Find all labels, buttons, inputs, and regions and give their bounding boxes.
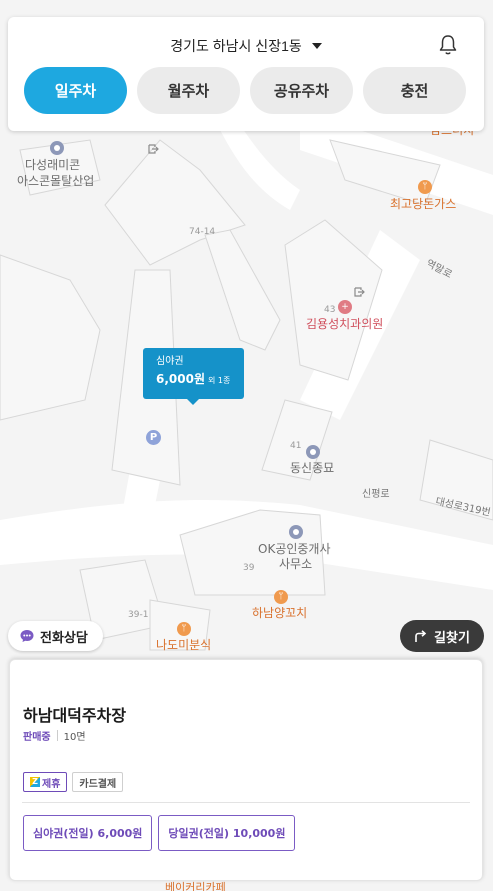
directions-button[interactable]: 길찾기	[400, 620, 484, 652]
map-label-lot: 43	[324, 305, 336, 315]
restaurant-icon: ᛘ	[274, 590, 288, 604]
bell-icon[interactable]	[438, 34, 458, 56]
entrance-icon	[354, 287, 365, 297]
price-options: 심야권(전일) 6,000원 당일권(전일) 10,000원	[23, 815, 296, 851]
tab-charging[interactable]: 충전	[363, 67, 466, 114]
tab-shared[interactable]: 공유주차	[250, 67, 353, 114]
restaurant-icon: ᛘ	[177, 622, 191, 636]
map-label-poi: 베이커리카페	[165, 881, 226, 891]
shop-icon	[306, 445, 320, 459]
map-label-lot: 39-1	[128, 610, 149, 620]
header-card: 경기도 하남시 신장1동 일주차 월주차 공유주차 충전	[8, 17, 484, 131]
price-marker-extra: 외 1종	[208, 376, 231, 385]
lot-tags: Z 제휴 카드결제	[23, 772, 124, 792]
price-option-night[interactable]: 심야권(전일) 6,000원	[23, 815, 153, 851]
parking-lot-card[interactable]: 하남대덕주차장 판매중 10면 Z 제휴 카드결제 심야권(전일) 6,000원 …	[9, 659, 483, 881]
divider	[22, 802, 470, 803]
turn-right-icon	[415, 629, 427, 642]
restaurant-icon: ᛘ	[418, 180, 432, 194]
phone-consult-label: 전화상담	[40, 630, 88, 646]
price-option-day[interactable]: 당일권(전일) 10,000원	[158, 815, 296, 851]
map-label-poi: 나도미분식	[156, 638, 212, 652]
sale-status: 판매중	[23, 732, 51, 743]
hospital-icon: +	[338, 300, 352, 314]
space-count: 10면	[63, 732, 86, 743]
location-text: 경기도 하남시 신장1동	[170, 38, 302, 54]
map-label-poi: 최고당돈가스	[390, 197, 457, 211]
tab-daily[interactable]: 일주차	[24, 67, 127, 114]
card-payment-tag: 카드결제	[72, 772, 124, 792]
caret-down-icon	[311, 43, 322, 49]
map-label-poi: 다성래미콘	[25, 158, 81, 172]
lot-meta: 판매중 10면	[23, 728, 86, 743]
partner-tag: Z 제휴	[23, 772, 68, 792]
tab-monthly[interactable]: 월주차	[137, 67, 240, 114]
phone-consult-button[interactable]: 전화상담	[8, 621, 103, 651]
map-label-poi: 하남양꼬치	[252, 606, 308, 620]
divider	[56, 730, 58, 741]
partner-tag-label: 제휴	[42, 778, 61, 790]
chat-icon	[20, 630, 34, 642]
directions-label: 길찾기	[434, 630, 470, 646]
entrance-icon	[148, 144, 159, 154]
map-label-poi: 아스콘몰탈산업	[17, 174, 95, 188]
map-label-poi: 김용성치과의원	[306, 317, 384, 331]
building-icon	[50, 141, 64, 155]
map-label-lot: 41	[290, 441, 302, 451]
map-label-poi: 사무소	[279, 557, 313, 571]
office-icon	[289, 525, 303, 539]
map-label-poi: OK공인중개사	[258, 542, 331, 556]
map-label-road: 신평로	[362, 489, 390, 500]
location-selector[interactable]: 경기도 하남시 신장1동	[8, 36, 484, 56]
price-marker-type: 심야권	[156, 356, 184, 367]
price-marker[interactable]: 심야권 6,000원 외 1종	[143, 348, 244, 405]
map-label-lot: 74-14	[189, 227, 216, 237]
lot-name: 하남대덕주차장	[23, 706, 127, 725]
parking-pin[interactable]: P	[146, 430, 161, 445]
map-label-lot: 39	[243, 563, 255, 573]
parking-type-tabs: 일주차 월주차 공유주차 충전	[24, 67, 466, 114]
price-marker-price: 6,000원	[156, 372, 205, 386]
partner-logo-icon: Z	[30, 777, 40, 787]
map-label-poi: 동신종묘	[290, 461, 335, 475]
